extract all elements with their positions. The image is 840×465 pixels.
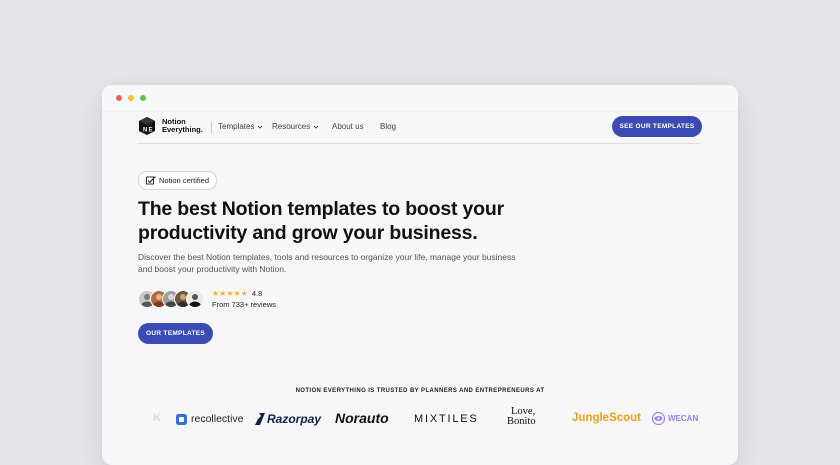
chevron-down-icon: [313, 125, 319, 129]
hero-headline: The best Notion templates to boost your …: [138, 198, 504, 244]
maximize-window-dot[interactable]: [140, 95, 146, 101]
recollective-wordmark: recollective: [191, 413, 244, 425]
razorpay-mark-icon: [255, 413, 265, 425]
mixtiles-wordmark: MIXTILES: [414, 413, 479, 425]
reviews-count: From 733+ reviews: [212, 300, 276, 309]
junglescout-wordmark: JungleScout: [572, 412, 642, 424]
wecan-logo: WECAN: [652, 412, 698, 425]
rating-block: ★★★★★ 4.8 From 733+ reviews: [212, 289, 276, 309]
norauto-wordmark: Norauto: [335, 410, 389, 426]
recollective-logo: recollective: [176, 413, 244, 425]
logo-wordmark[interactable]: Notion Everything.: [162, 118, 203, 134]
star-rating: ★★★★★ 4.8: [212, 289, 276, 298]
window-titlebar: [102, 85, 738, 112]
star-icon: ★: [226, 289, 234, 298]
razorpay-logo: Razorpay: [255, 412, 321, 426]
chevron-down-icon: [258, 125, 263, 129]
nav-item-label: Blog: [380, 122, 397, 131]
nav-item-label: Resources: [272, 122, 311, 131]
razorpay-wordmark: Razorpay: [267, 412, 322, 426]
see-our-templates-button[interactable]: SEE OUR TEMPLATES: [612, 116, 702, 137]
mixtiles-logo: MIXTILES: [414, 413, 479, 425]
badge-label: Notion certified: [159, 176, 210, 185]
close-window-dot[interactable]: [116, 95, 122, 101]
hero-subtitle: Discover the best Notion templates, tool…: [138, 252, 516, 274]
trusted-by-heading: NOTION EVERYTHING IS TRUSTED BY PLANNERS…: [295, 388, 545, 394]
minimize-window-dot[interactable]: [128, 95, 134, 101]
customer-avatars: [138, 290, 208, 308]
svg-text:N: N: [143, 128, 147, 134]
star-icon: ★: [240, 289, 248, 298]
rating-value: 4.8: [251, 289, 263, 298]
wecan-wordmark: WECAN: [668, 414, 699, 423]
recollective-mark-icon: [176, 413, 187, 425]
our-templates-button[interactable]: OUR TEMPLATES: [138, 323, 213, 344]
customer-logos-strip: K recollective Razorpay Norauto MIXTILES…: [102, 406, 738, 433]
love-bonito-line-2: Bonito: [507, 416, 536, 427]
stars-holder: ★★★★★: [212, 289, 248, 298]
top-navigation: N E Notion Everything. Templates Resourc…: [138, 113, 702, 144]
star-icon: ★: [233, 289, 241, 298]
nav-item-resources[interactable]: Resources: [272, 122, 319, 131]
love-bonito-logo: Love, Bonito: [507, 406, 536, 427]
notion-certified-badge: Notion certified: [138, 171, 218, 190]
svg-text:E: E: [149, 128, 153, 134]
wecan-eye-icon: [652, 412, 665, 425]
certified-check-icon: [146, 176, 156, 185]
notion-everything-logo-icon[interactable]: N E: [138, 116, 156, 136]
nav-item-templates[interactable]: Templates: [218, 122, 263, 131]
norauto-logo: Norauto: [335, 410, 389, 426]
nav-item-about-us[interactable]: About us: [332, 122, 364, 131]
logo-line-2: Everything.: [162, 125, 203, 134]
partial-logo-left: K: [153, 412, 161, 424]
browser-window: N E Notion Everything. Templates Resourc…: [102, 85, 738, 465]
nav-item-blog[interactable]: Blog: [380, 122, 396, 131]
nav-item-label: About us: [332, 122, 364, 131]
nav-separator: [211, 122, 212, 133]
nav-item-label: Templates: [218, 122, 255, 131]
junglescout-logo: JungleScout: [572, 412, 641, 424]
avatar: [186, 290, 204, 308]
